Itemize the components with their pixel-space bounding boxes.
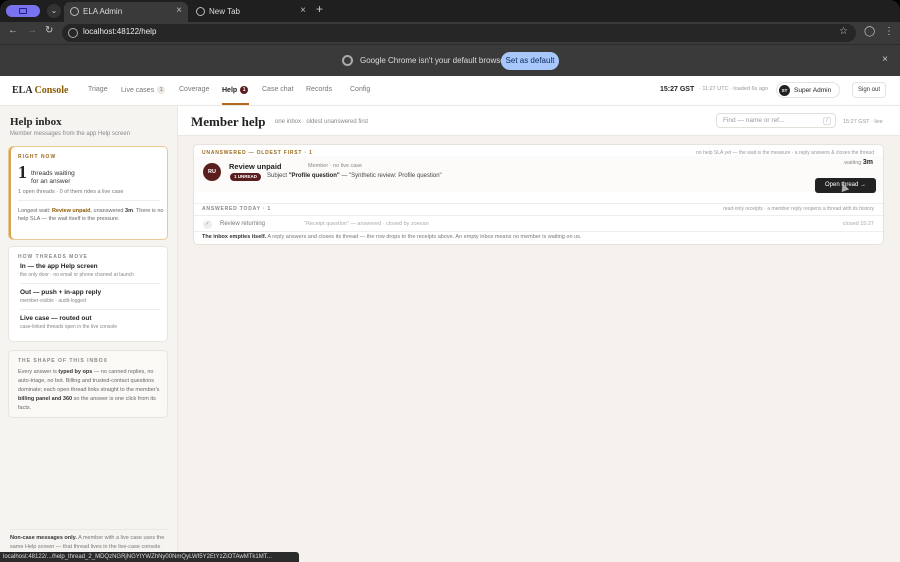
sign-out-button[interactable]: Sign out (852, 82, 886, 98)
waiting-count: 1 (18, 162, 27, 182)
main-content: Member help one inbox · oldest unanswere… (178, 106, 900, 562)
answered-desc: "Receipt question" — answered · closed b… (304, 221, 429, 227)
nav-config[interactable]: Config (350, 86, 370, 93)
tab-ela-admin[interactable]: ELA Admin × (64, 2, 188, 22)
how-item: In — the app Help screen the only door ·… (20, 263, 134, 278)
brand-logo[interactable]: ELA Console (12, 85, 68, 96)
nav-case-chat[interactable]: Case chat (262, 86, 294, 93)
divider (20, 283, 160, 284)
thread-subject: Subject "Profile question" — "Synthetic … (267, 173, 442, 179)
shortcut-key: / (823, 117, 831, 125)
globe-icon (196, 7, 205, 16)
check-icon: ✓ (203, 220, 212, 229)
how-item: Out — push + in-app reply member-visible… (20, 289, 102, 304)
nav-records[interactable]: Records (306, 86, 332, 93)
nav-triage[interactable]: Triage (88, 86, 108, 93)
longest-wait-link[interactable]: Review unpaid (52, 208, 91, 214)
waiting-label-2: for an answer (31, 178, 71, 185)
tab-title: ELA Admin (83, 7, 123, 16)
url-text: localhost:48122/help (83, 27, 157, 36)
inbox-shape-card: THE SHAPE OF THIS INBOX Every answer is … (8, 350, 168, 418)
right-now-card: RIGHT NOW 1 threads waiting for an answe… (8, 146, 168, 240)
browser-toolbar: ← → ↻ localhost:48122/help ☆ ◯ ⋮ (0, 22, 900, 44)
divider (20, 309, 160, 310)
new-tab-button[interactable]: + (316, 2, 323, 16)
user-menu[interactable]: ST Super Admin (776, 82, 840, 98)
sidebar: Help inbox Member messages from the app … (0, 106, 178, 562)
menu-kebab-icon[interactable]: ⋮ (884, 26, 894, 37)
search-placeholder: Find — name or ref... (723, 117, 785, 124)
brand-sub: Console (34, 85, 69, 96)
tab-search-button[interactable]: ⌄ (47, 4, 61, 18)
chrome-logo-icon (342, 55, 353, 66)
address-bar[interactable]: localhost:48122/help ☆ (62, 24, 856, 42)
answered-note: read-only receipts · a member reply reop… (723, 206, 874, 212)
avatar: ST (779, 85, 790, 96)
count-badge: 1 (157, 86, 166, 94)
main-header: Member help one inbox · oldest unanswere… (178, 106, 900, 136)
set-default-button[interactable]: Set as default (501, 52, 559, 70)
answered-heading: ANSWERED TODAY · 1 (202, 206, 272, 212)
inbox-shape-text: Every answer is typed by ops — no canned… (18, 369, 160, 411)
thread-member-name: Review unpaid (229, 162, 282, 171)
waiting-label-1: threads waiting (31, 170, 75, 177)
open-threads-meta: 1 open threads · 0 of them rides a live … (18, 189, 124, 195)
bookmark-star-icon[interactable]: ☆ (839, 26, 848, 37)
brand-main: ELA (12, 85, 33, 96)
longest-wait: Longest wait: Review unpaid, unanswered … (18, 208, 164, 222)
answered-member-name: Review returning (220, 221, 266, 227)
status-bar-url: localhost:48122/.../help_thread_2_MDQzNG… (0, 552, 299, 562)
waiting-time: waiting 3m (844, 159, 873, 166)
top-nav: ELA Console Triage Live cases 1 Coverage … (0, 76, 900, 106)
globe-icon (70, 7, 79, 16)
inbox-explainer: The inbox empties itself. A reply answer… (202, 234, 582, 240)
page-title: Member help (191, 114, 266, 129)
clock-detail: · 11:27 UTC · loaded 6s ago (699, 86, 768, 92)
tab-title: New Tab (209, 7, 240, 16)
divider (194, 215, 883, 216)
thread-meta: Member · no live case (308, 163, 363, 169)
search-input[interactable]: Find — name or ref... / (716, 113, 836, 128)
closed-time: closed 15:27 (842, 221, 874, 227)
browser-chrome: ⌄ ELA Admin × New Tab × + ← → ↻ localhos… (0, 0, 900, 44)
how-item: Live case — routed out case-linked threa… (20, 315, 118, 330)
count-badge: 1 (240, 86, 249, 94)
nav-help[interactable]: Help 1 (222, 86, 249, 94)
infobar-message: Google Chrome isn't your default browser (360, 56, 508, 65)
site-info-icon[interactable] (68, 28, 78, 38)
card-heading: THE SHAPE OF THIS INBOX (18, 358, 108, 364)
app-window: ELA Console Triage Live cases 1 Coverage … (0, 76, 900, 562)
divider (18, 200, 160, 201)
close-icon[interactable]: × (300, 2, 306, 20)
page-subtitle: one inbox · oldest unanswered first (275, 119, 369, 125)
profile-pill[interactable] (6, 5, 40, 17)
divider (194, 203, 883, 204)
unread-badge: 1 UNREAD (230, 173, 262, 181)
sidebar-subtitle: Member messages from the app Help screen (10, 131, 131, 137)
active-tab-indicator (222, 103, 249, 105)
reload-icon[interactable]: ↻ (45, 25, 53, 36)
card-heading: HOW THREADS MOVE (18, 254, 88, 260)
sidebar-title: Help inbox (10, 116, 62, 128)
back-icon[interactable]: ← (8, 25, 18, 36)
live-indicator: 15:27 GST · live (843, 119, 883, 125)
thread-row[interactable]: RU Review unpaid Member · no live case 1… (194, 156, 883, 193)
tab-strip: ⌄ ELA Admin × New Tab × + (0, 0, 900, 22)
forward-icon[interactable]: → (27, 25, 37, 36)
clock: 15:27 GST (660, 86, 695, 93)
divider (194, 231, 883, 232)
avatar: RU (203, 163, 221, 181)
window-icon (19, 8, 27, 14)
tab-new-tab[interactable]: New Tab × (190, 2, 312, 22)
card-heading: RIGHT NOW (18, 154, 57, 160)
close-icon[interactable]: × (176, 2, 182, 20)
inbox-panel: UNANSWERED — OLDEST FIRST · 1 no help SL… (193, 144, 884, 245)
user-name: Super Admin (794, 87, 832, 94)
nav-coverage[interactable]: Coverage (179, 86, 209, 93)
default-browser-infobar: Google Chrome isn't your default browser… (0, 44, 900, 76)
nav-live-cases[interactable]: Live cases 1 (121, 86, 166, 94)
close-icon[interactable]: × (882, 54, 888, 65)
profile-icon[interactable]: ◯ (864, 26, 875, 37)
how-threads-move-card: HOW THREADS MOVE In — the app Help scree… (8, 246, 168, 342)
